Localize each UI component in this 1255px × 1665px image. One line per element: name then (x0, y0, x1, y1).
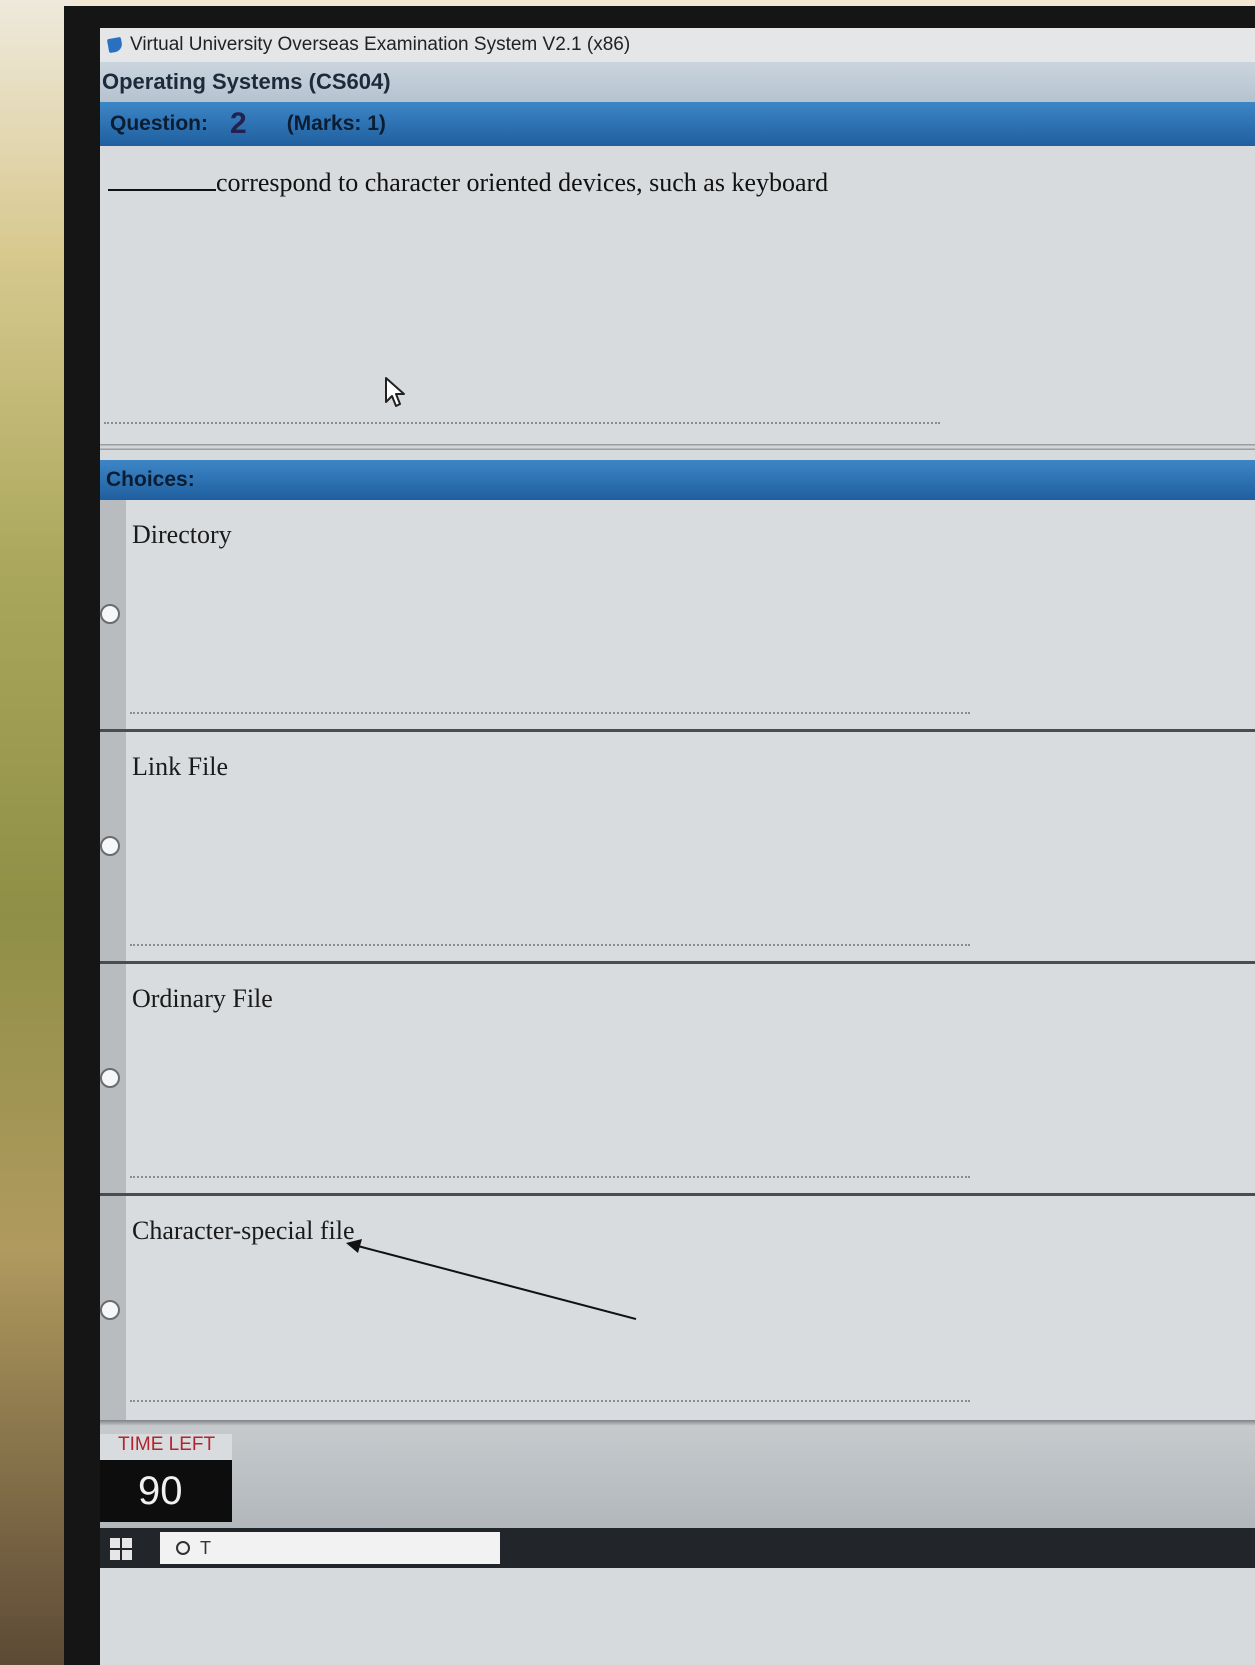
window-title: Virtual University Overseas Examination … (130, 34, 631, 55)
question-panel: correspond to character oriented devices… (100, 146, 1255, 444)
question-label: Question: (110, 112, 208, 135)
time-left-label: TIME LEFT (100, 1434, 232, 1460)
question-text: correspond to character oriented devices… (108, 168, 828, 198)
choice-label: Character-special file (132, 1216, 355, 1245)
choice-label: Link File (132, 752, 229, 781)
dotted-separator (130, 944, 970, 946)
choice-option-2[interactable]: Link File (100, 732, 1255, 964)
window-titlebar: Virtual University Overseas Examination … (100, 28, 1255, 62)
taskbar: T (100, 1528, 1255, 1568)
radio-button[interactable] (100, 604, 120, 624)
dotted-separator (130, 712, 970, 714)
choice-option-4[interactable]: Character-special file (100, 1196, 1255, 1420)
choice-label: Ordinary File (132, 984, 273, 1013)
search-icon (176, 1541, 190, 1555)
question-marks: (Marks: 1) (286, 112, 386, 135)
panel-divider (100, 444, 1255, 450)
choices-heading: Choices: (106, 468, 195, 491)
question-header: Question: 2 (Marks: 1) (100, 102, 1255, 146)
app-icon (106, 36, 124, 54)
question-number: 2 (230, 107, 247, 140)
dotted-separator (104, 422, 940, 424)
choices-header: Choices: (100, 460, 1255, 500)
dotted-separator (130, 1176, 970, 1178)
dotted-separator (130, 1400, 970, 1402)
radio-button[interactable] (100, 836, 120, 856)
mouse-pointer-icon (385, 377, 405, 407)
windows-start-icon[interactable] (110, 1538, 132, 1560)
taskbar-search[interactable]: T (160, 1532, 500, 1564)
course-title: Operating Systems (CS604) (102, 69, 391, 94)
question-statement: correspond to character oriented devices… (216, 168, 829, 197)
radio-button[interactable] (100, 1068, 120, 1088)
search-text: T (200, 1537, 211, 1558)
course-header: Operating Systems (CS604) (100, 62, 1255, 102)
choice-option-1[interactable]: Directory (100, 500, 1255, 732)
annotation-arrow-icon (346, 1239, 637, 1320)
exam-window: Virtual University Overseas Examination … (100, 28, 1255, 1665)
choice-option-3[interactable]: Ordinary File (100, 964, 1255, 1196)
choice-label: Directory (132, 520, 232, 549)
radio-button[interactable] (100, 1300, 120, 1320)
answer-blank (108, 169, 216, 191)
time-left-value: 90 (100, 1460, 232, 1522)
